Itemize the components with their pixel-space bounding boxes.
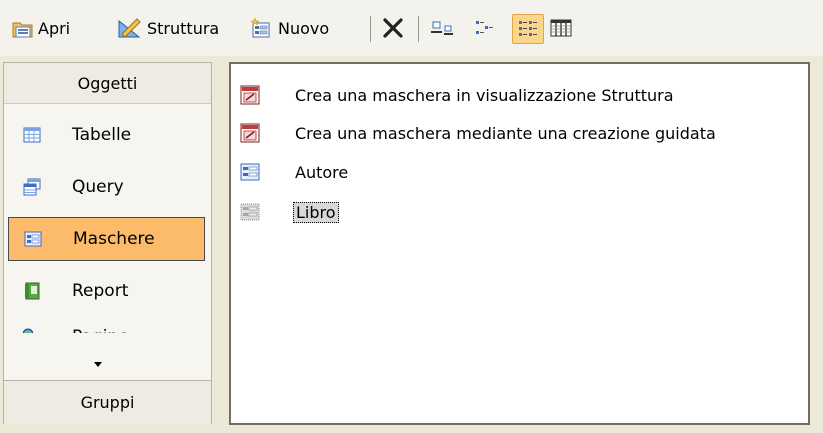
list-item-label: Libro <box>293 201 339 223</box>
list-view-button[interactable] <box>512 14 544 44</box>
details-view-button[interactable] <box>549 14 573 42</box>
delete-button[interactable] <box>381 14 405 42</box>
form-icon <box>23 229 43 249</box>
object-list: Crea una maschera in visualizzazione Str… <box>229 62 810 425</box>
design-button[interactable]: Struttura <box>117 14 219 42</box>
toolbar-separator <box>370 16 371 42</box>
objects-item-label: Tabelle <box>72 125 132 145</box>
wizard-form-icon <box>239 122 261 144</box>
form-icon <box>239 201 261 223</box>
new-button[interactable]: Nuovo <box>250 14 329 42</box>
list-item[interactable]: Autore <box>239 158 348 186</box>
objects-item-queries[interactable]: Query <box>8 165 205 209</box>
objects-item-label: Query <box>72 177 124 197</box>
groups-label: Gruppi <box>80 393 135 412</box>
toolbar-separator <box>418 16 419 42</box>
list-item-label: Crea una maschera mediante una creazione… <box>295 123 716 143</box>
wizard-form-icon <box>239 84 261 106</box>
new-form-icon <box>250 17 274 39</box>
query-icon <box>22 177 42 197</box>
delete-x-icon <box>381 16 405 40</box>
large-icons-icon <box>430 17 456 39</box>
report-icon <box>22 281 42 301</box>
list-item-label: Autore <box>295 162 349 182</box>
objects-item-tables[interactable]: Tabelle <box>8 113 205 157</box>
open-folder-icon <box>12 17 34 39</box>
objects-header[interactable]: Oggetti <box>4 63 211 104</box>
large-icons-button[interactable] <box>430 14 456 42</box>
objects-item-label: Report <box>72 281 129 301</box>
groups-header[interactable]: Gruppi <box>4 380 211 424</box>
design-ruler-icon <box>117 17 143 39</box>
open-button[interactable]: Apri <box>12 14 70 42</box>
list-item[interactable]: Libro <box>239 198 339 226</box>
small-icons-button[interactable] <box>472 14 496 42</box>
objects-header-label: Oggetti <box>77 73 138 93</box>
objects-item-forms[interactable]: Maschere <box>8 217 205 261</box>
table-icon <box>22 125 42 145</box>
objects-bar: Oggetti Tabelle Query Maschere Report Gr… <box>3 62 212 424</box>
new-label: Nuovo <box>278 18 330 38</box>
list-item[interactable]: Crea una maschera in visualizzazione Str… <box>239 81 674 109</box>
form-icon <box>239 161 261 183</box>
objects-item-label: Maschere <box>73 229 155 249</box>
objects-item-reports[interactable]: Report <box>8 269 205 313</box>
details-view-icon <box>549 17 573 39</box>
small-icons-icon <box>472 17 496 39</box>
list-item-label: Crea una maschera in visualizzazione Str… <box>295 85 674 105</box>
scroll-down-arrow-icon[interactable] <box>91 355 105 367</box>
open-label: Apri <box>38 18 71 38</box>
objects-bar-clip <box>4 333 211 353</box>
list-item[interactable]: Crea una maschera mediante una creazione… <box>239 119 716 147</box>
design-label: Struttura <box>147 18 220 38</box>
list-view-icon <box>517 18 539 40</box>
toolbar: Apri Struttura Nuovo <box>0 0 823 56</box>
